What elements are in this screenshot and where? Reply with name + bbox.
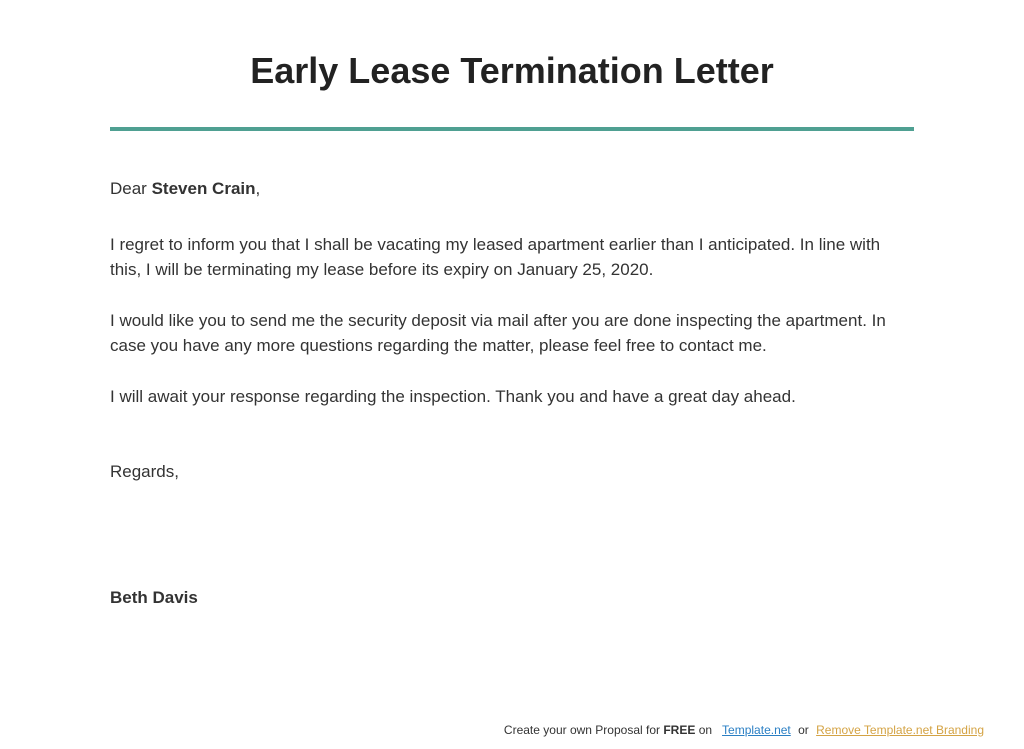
divider-line <box>110 127 914 131</box>
footer-branding: Create your own Proposal for FREE on Temp… <box>504 723 984 737</box>
greeting-comma: , <box>256 179 261 198</box>
template-link[interactable]: Template.net <box>722 723 791 737</box>
recipient-name: Steven Crain <box>152 179 256 198</box>
document-title: Early Lease Termination Letter <box>110 50 914 92</box>
greeting-text: Dear <box>110 179 152 198</box>
closing-text: Regards, <box>110 459 914 485</box>
footer-prefix: Create your own Proposal for <box>504 723 663 737</box>
footer-on: on <box>695 723 712 737</box>
footer-free: FREE <box>663 723 695 737</box>
salutation: Dear Steven Crain, <box>110 176 914 202</box>
paragraph-2: I would like you to send me the security… <box>110 308 914 359</box>
paragraph-1: I regret to inform you that I shall be v… <box>110 232 914 283</box>
paragraph-3: I will await your response regarding the… <box>110 384 914 410</box>
footer-or: or <box>795 723 812 737</box>
signature-name: Beth Davis <box>110 585 914 611</box>
document-container: Early Lease Termination Letter Dear Stev… <box>0 0 1024 610</box>
remove-branding-link[interactable]: Remove Template.net Branding <box>816 723 984 737</box>
letter-body: Dear Steven Crain, I regret to inform yo… <box>110 176 914 610</box>
